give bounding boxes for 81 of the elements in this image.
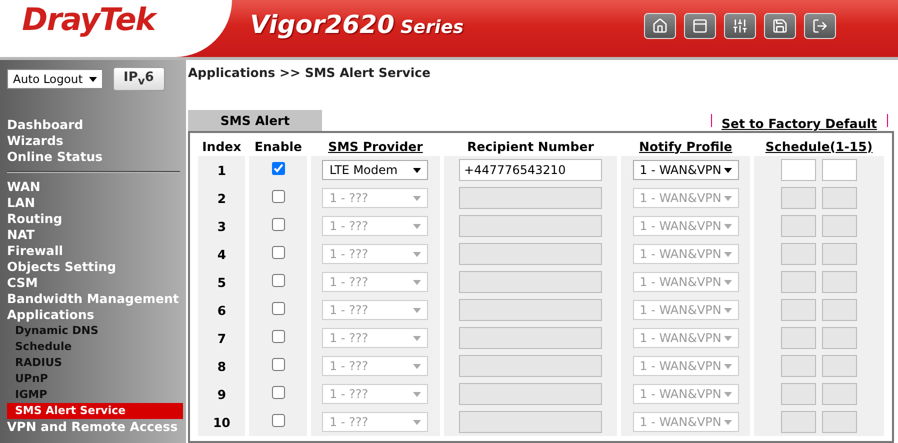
provider-select[interactable]: LTE Modem [322,160,428,180]
logout-icon[interactable] [812,18,828,34]
menu-item[interactable]: Firewall [7,243,186,259]
series-label: Series [400,17,464,38]
profile-select[interactable]: 1 - WAN&VPN [632,244,739,264]
column-header[interactable]: Schedule(1-15) [754,136,884,156]
enable-checkbox[interactable] [272,246,285,259]
menu-item[interactable]: Routing [7,211,186,227]
index-cell: 1 [217,162,226,178]
provider-select[interactable]: 1 - ??? [322,300,428,320]
menu-item[interactable]: LAN [7,195,186,211]
schedule-field[interactable] [822,159,857,181]
provider-select[interactable]: 1 - ??? [322,244,428,264]
provider-select[interactable]: 1 - ??? [322,216,428,236]
profile-select[interactable]: 1 - WAN&VPN [632,384,739,404]
enable-checkbox[interactable] [272,358,285,371]
index-cell: 7 [217,330,226,346]
menu-item[interactable]: Dashboard [7,117,186,133]
ipv6-button[interactable]: IP$_{v}$6 [112,67,165,91]
column-header: Enable [253,138,304,156]
provider-select[interactable]: 1 - ??? [322,356,428,376]
enable-checkbox[interactable] [272,218,285,231]
column-header: Recipient Number [466,138,595,156]
enable-checkbox[interactable] [272,386,285,399]
recipient-field[interactable]: +447776543210 [459,159,602,181]
menu-item[interactable]: Bandwidth Management [7,291,186,307]
enable-checkbox[interactable] [272,302,285,315]
index-cell: 4 [217,246,226,262]
profile-select[interactable]: 1 - WAN&VPN [632,300,739,320]
index-cell: 6 [217,302,226,318]
column-header[interactable]: SMS Provider [311,136,440,156]
factory-default-link[interactable]: Set to Factory Default [722,116,877,131]
index-cell: 2 [217,190,226,206]
model-name: Vigor2620 [250,10,394,39]
submenu-item[interactable]: UPnP [7,371,183,387]
provider-select[interactable]: 1 - ??? [322,412,428,432]
index-cell: 3 [217,218,226,234]
submenu-item[interactable]: RADIUS [7,355,183,371]
provider-select[interactable]: 1 - ??? [322,384,428,404]
profile-select[interactable]: 1 - WAN&VPN [632,216,739,236]
column-header[interactable]: Notify Profile [621,136,750,156]
index-cell: 5 [217,274,226,290]
provider-select[interactable]: 1 - ??? [322,188,428,208]
submenu-item[interactable]: SMS Alert Service [7,403,183,419]
brand-logo: DrayTek [22,2,155,38]
panel-icon[interactable] [692,18,708,34]
enable-checkbox[interactable] [272,274,285,287]
menu-item[interactable]: Applications [7,307,186,323]
breadcrumb: Applications >> SMS Alert Service [188,65,432,80]
profile-select[interactable]: 1 - WAN&VPN [632,328,739,348]
profile-select[interactable]: 1 - WAN&VPN [632,188,739,208]
menu-item[interactable]: WAN [7,179,186,195]
menu-item[interactable]: Objects Setting [7,259,186,275]
menu-item[interactable]: NAT [7,227,186,243]
sms-alert-tab[interactable]: SMS Alert [188,110,322,131]
index-cell: 10 [212,414,230,430]
menu-item[interactable]: VPN and Remote Access [7,419,186,435]
profile-select[interactable]: 1 - WAN&VPN [632,412,739,432]
index-cell: 8 [217,358,226,374]
submenu-item[interactable]: Schedule [7,339,183,355]
enable-checkbox[interactable] [272,162,285,175]
profile-select[interactable]: 1 - WAN&VPN [632,160,739,180]
enable-checkbox[interactable] [272,190,285,203]
enable-checkbox[interactable] [272,330,285,343]
column-header: Index [201,138,242,156]
menu-item[interactable]: CSM [7,275,186,291]
auto-logout-select[interactable]: Auto Logout [7,69,103,89]
provider-select[interactable]: 1 - ??? [322,328,428,348]
save-icon[interactable] [772,18,788,34]
schedule-field[interactable] [780,159,816,181]
profile-select[interactable]: 1 - WAN&VPN [632,272,739,292]
submenu-item[interactable]: IGMP [7,387,183,403]
submenu-item[interactable]: Dynamic DNS [7,323,183,339]
menu-item[interactable]: Online Status [7,149,186,165]
enable-checkbox[interactable] [272,414,285,427]
index-cell: 9 [217,386,226,402]
sliders-icon[interactable] [732,18,748,34]
profile-select[interactable]: 1 - WAN&VPN [632,356,739,376]
home-icon[interactable] [652,18,668,34]
provider-select[interactable]: 1 - ??? [322,272,428,292]
menu-item[interactable]: Wizards [7,133,186,149]
